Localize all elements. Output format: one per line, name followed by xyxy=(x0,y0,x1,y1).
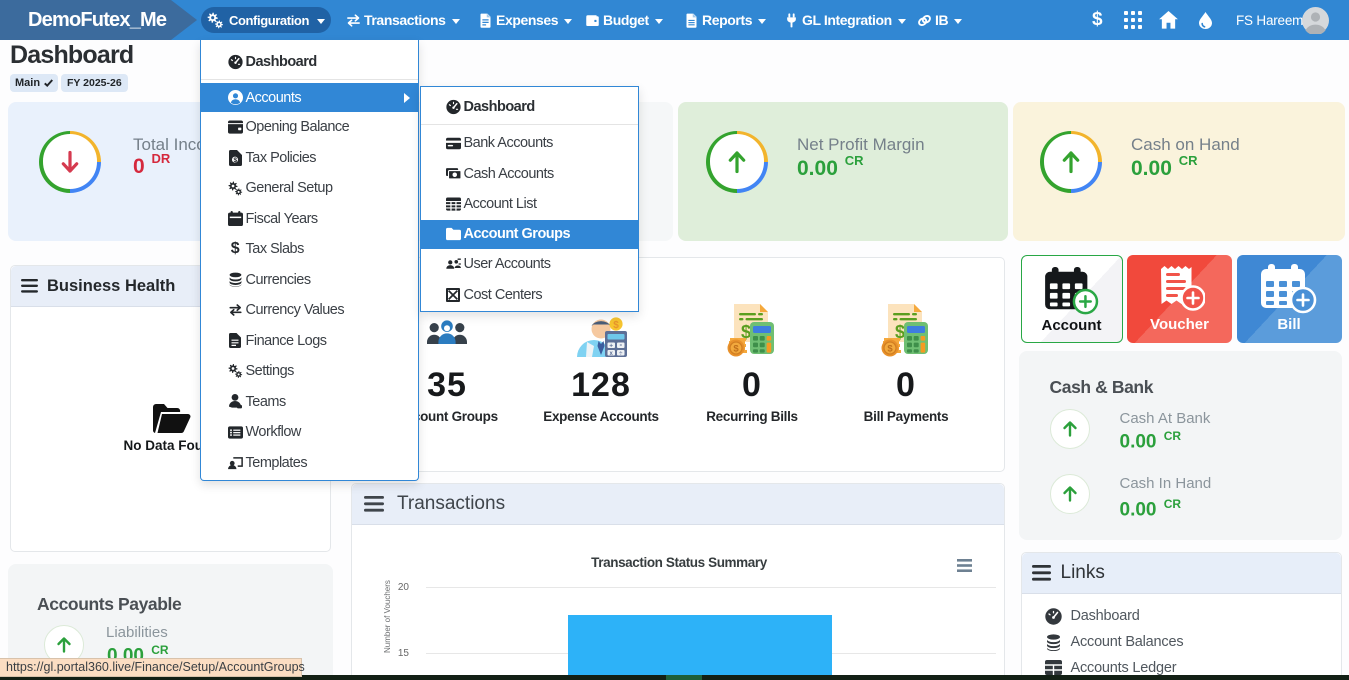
svg-text:$: $ xyxy=(613,320,619,331)
svg-text:+: + xyxy=(609,342,613,349)
svg-text:-: - xyxy=(619,340,622,349)
svg-text:$: $ xyxy=(733,344,739,355)
svg-text:$: $ xyxy=(887,344,893,355)
